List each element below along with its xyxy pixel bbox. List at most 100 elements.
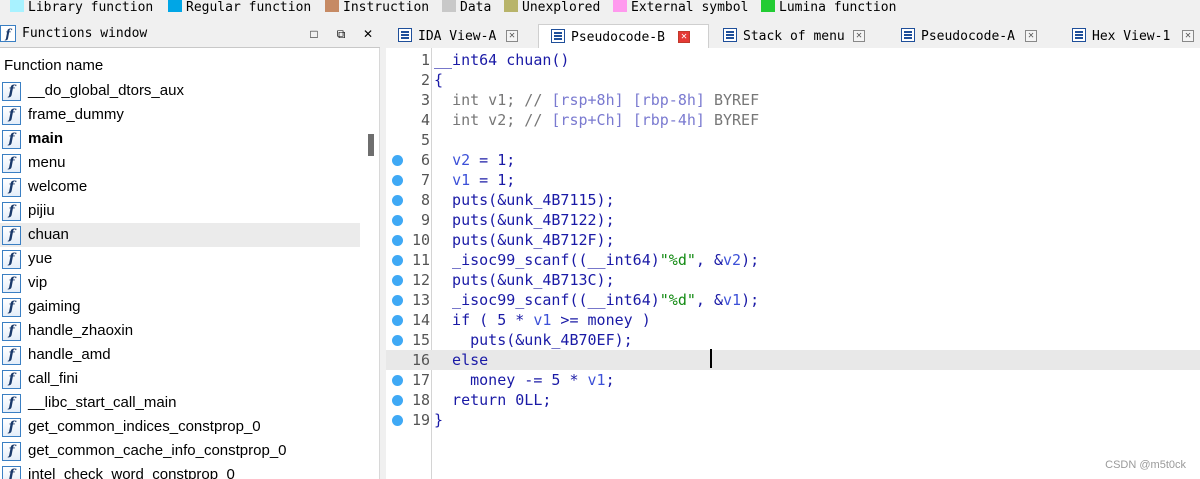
function-name: __do_global_dtors_aux xyxy=(28,82,184,99)
function-row[interactable]: f handle_amd xyxy=(0,343,360,367)
code-text: int v2; // [rsp+Ch] [rbp-4h] BYREF xyxy=(452,111,760,129)
function-name: chuan xyxy=(28,226,69,243)
line-number: 13 xyxy=(411,291,430,309)
breakpoint-dot-icon[interactable] xyxy=(392,255,403,266)
function-row-selected[interactable]: f chuan xyxy=(0,223,360,247)
function-icon: f xyxy=(2,226,21,245)
function-row[interactable]: f menu xyxy=(0,151,360,175)
function-row[interactable]: f main xyxy=(0,127,360,151)
code-line[interactable]: 7 v1 = 1; xyxy=(386,170,1200,190)
code-line[interactable]: 9 puts(&unk_4B7122); xyxy=(386,210,1200,230)
code-line[interactable]: 1 __int64 chuan() xyxy=(386,50,1200,70)
tab-hex-view-1[interactable]: Hex View-1 ✕ xyxy=(1060,24,1200,48)
tab-close-icon[interactable]: ✕ xyxy=(853,30,865,42)
breakpoint-dot-icon[interactable] xyxy=(392,155,403,166)
code-line[interactable]: 14 if ( 5 * v1 >= money ) xyxy=(386,310,1200,330)
code-text: v1 = 1; xyxy=(452,171,516,189)
line-number: 11 xyxy=(411,251,430,269)
breakpoint-dot-icon[interactable] xyxy=(392,415,403,426)
breakpoint-dot-icon[interactable] xyxy=(392,215,403,226)
tab-pseudocode-b[interactable]: Pseudocode-B ✕ xyxy=(538,24,709,48)
function-name: vip xyxy=(28,274,48,291)
code-line[interactable]: 3 int v1; // [rsp+8h] [rbp-8h] BYREF xyxy=(386,90,1200,110)
code-line[interactable]: 4 int v2; // [rsp+Ch] [rbp-4h] BYREF xyxy=(386,110,1200,130)
function-row[interactable]: f yue xyxy=(0,247,360,271)
tab-ida-view-a[interactable]: IDA View-A ✕ xyxy=(386,24,536,48)
code-text: _isoc99_scanf((__int64)"%d", &v1); xyxy=(434,291,760,309)
pseudocode-view[interactable]: 1 __int64 chuan() 2{ 3 int v1; // [rsp+8h… xyxy=(386,48,1200,479)
legend-data: Data xyxy=(442,0,491,17)
breakpoint-dot-icon[interactable] xyxy=(392,175,403,186)
function-row[interactable]: f get_common_indices_constprop_0 xyxy=(0,415,360,439)
tab-close-icon[interactable]: ✕ xyxy=(678,31,690,43)
function-icon: f xyxy=(2,202,21,221)
functions-window-title: Functions window xyxy=(22,26,148,41)
code-line[interactable]: 2{ xyxy=(386,70,1200,90)
function-name: yue xyxy=(28,250,53,267)
functions-window-titlebar[interactable]: f Functions window □ ⧉ ✕ xyxy=(0,21,380,48)
function-row[interactable]: f __libc_start_call_main xyxy=(0,391,360,415)
legend-external-symbol: External symbol xyxy=(613,0,748,17)
legend-bar: Library function Regular function Instru… xyxy=(0,0,1200,17)
close-icon[interactable]: ✕ xyxy=(360,26,376,42)
legend-unexplored: Unexplored xyxy=(504,0,600,17)
text-cursor xyxy=(710,349,712,368)
tab-close-icon[interactable]: ✕ xyxy=(506,30,518,42)
code-line[interactable]: 11 _isoc99_scanf((__int64)"%d", &v2); xyxy=(386,250,1200,270)
tab-stack-of-menu[interactable]: Stack of menu ✕ xyxy=(711,24,881,48)
code-line[interactable]: 12 puts(&unk_4B713C); xyxy=(386,270,1200,290)
code-line[interactable]: 15 puts(&unk_4B70EF); xyxy=(386,330,1200,350)
code-line[interactable]: 6 v2 = 1; xyxy=(386,150,1200,170)
float-icon[interactable]: ⧉ xyxy=(333,26,349,42)
code-text: if ( 5 * v1 >= money ) xyxy=(434,311,651,329)
code-text: puts(&unk_4B713C); xyxy=(434,271,615,289)
function-row[interactable]: f frame_dummy xyxy=(0,103,360,127)
breakpoint-dot-icon[interactable] xyxy=(392,295,403,306)
breakpoint-dot-icon[interactable] xyxy=(392,195,403,206)
function-row[interactable]: f gaiming xyxy=(0,295,360,319)
function-row[interactable]: f vip xyxy=(0,271,360,295)
function-row[interactable]: f welcome xyxy=(0,175,360,199)
function-icon: f xyxy=(2,370,21,389)
function-name: gaiming xyxy=(28,298,81,315)
function-icon: f xyxy=(2,466,21,479)
hex-view-icon xyxy=(1072,28,1086,42)
column-header-function-name[interactable]: Function name xyxy=(4,57,103,74)
breakpoint-dot-icon[interactable] xyxy=(392,235,403,246)
line-number: 18 xyxy=(411,391,430,409)
tab-close-icon[interactable]: ✕ xyxy=(1025,30,1037,42)
breakpoint-dot-icon[interactable] xyxy=(392,395,403,406)
restore-icon[interactable]: □ xyxy=(306,26,322,42)
legend-swatch xyxy=(442,0,456,12)
function-icon: f xyxy=(2,250,21,269)
function-row[interactable]: f __do_global_dtors_aux xyxy=(0,79,360,103)
tab-pseudocode-a[interactable]: Pseudocode-A ✕ xyxy=(889,24,1057,48)
line-number: 12 xyxy=(411,271,430,289)
code-line[interactable]: 18 return 0LL; xyxy=(386,390,1200,410)
code-line[interactable]: 10 puts(&unk_4B712F); xyxy=(386,230,1200,250)
functions-scrollbar[interactable] xyxy=(362,79,379,479)
code-line[interactable]: 8 puts(&unk_4B7115); xyxy=(386,190,1200,210)
function-row[interactable]: f pijiu xyxy=(0,199,360,223)
code-line[interactable]: 17 money -= 5 * v1; xyxy=(386,370,1200,390)
line-number: 3 xyxy=(420,91,430,109)
function-name: main xyxy=(28,130,64,147)
scrollbar-thumb[interactable] xyxy=(368,134,374,156)
function-row[interactable]: f handle_zhaoxin xyxy=(0,319,360,343)
code-line[interactable]: 5 xyxy=(386,130,1200,150)
code-line-current[interactable]: 16 else xyxy=(386,350,1200,370)
function-icon: f xyxy=(2,178,21,197)
pseudocode-view-icon xyxy=(551,29,565,43)
breakpoint-dot-icon[interactable] xyxy=(392,275,403,286)
breakpoint-dot-icon[interactable] xyxy=(392,335,403,346)
code-text: puts(&unk_4B7115); xyxy=(434,191,615,209)
function-row[interactable]: f intel_check_word_constprop_0 xyxy=(0,463,360,479)
function-row[interactable]: f get_common_cache_info_constprop_0 xyxy=(0,439,360,463)
breakpoint-dot-icon[interactable] xyxy=(392,375,403,386)
code-line[interactable]: 19} xyxy=(386,410,1200,430)
line-number: 4 xyxy=(420,111,430,129)
breakpoint-dot-icon[interactable] xyxy=(392,315,403,326)
function-row[interactable]: f call_fini xyxy=(0,367,360,391)
tab-close-icon[interactable]: ✕ xyxy=(1182,30,1194,42)
code-line[interactable]: 13 _isoc99_scanf((__int64)"%d", &v1); xyxy=(386,290,1200,310)
